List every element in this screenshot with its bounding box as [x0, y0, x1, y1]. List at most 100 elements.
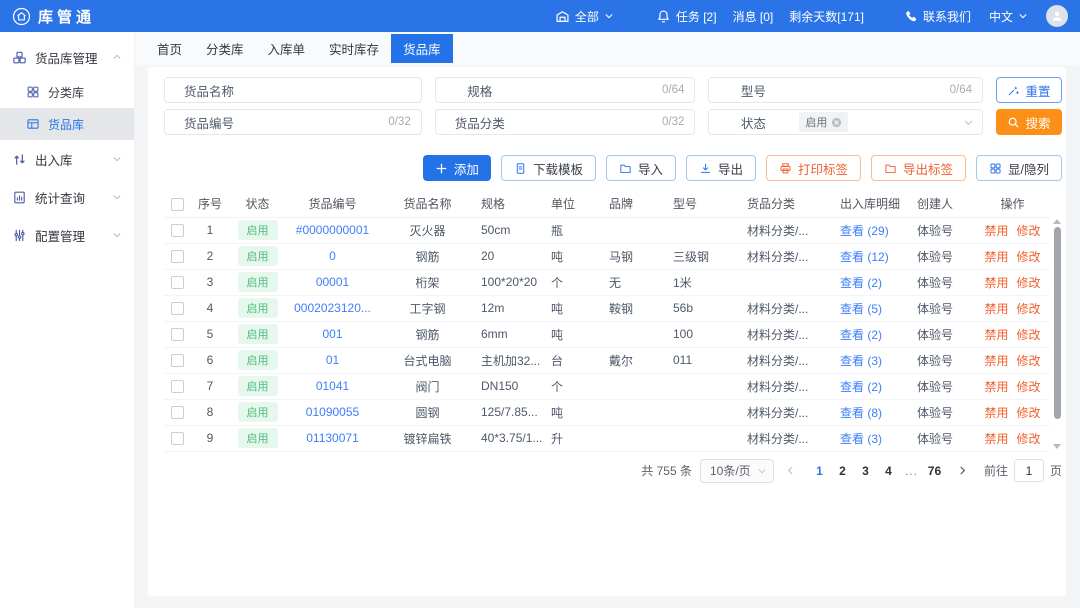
- goods-code-link[interactable]: 01041: [316, 379, 349, 393]
- goods-code-link[interactable]: 00001: [316, 275, 349, 289]
- search-button[interactable]: 搜索: [996, 109, 1062, 135]
- import-button[interactable]: 导入: [606, 155, 676, 181]
- sidebar-item-goods-library[interactable]: 货品库: [0, 108, 134, 140]
- row-checkbox[interactable]: [171, 432, 184, 445]
- edit-link[interactable]: 修改: [1017, 380, 1041, 394]
- row-checkbox[interactable]: [171, 354, 184, 367]
- goods-category-input[interactable]: 货品分类 0/32: [435, 109, 696, 135]
- table-scrollbar[interactable]: [1052, 219, 1062, 449]
- scrollbar-thumb[interactable]: [1054, 227, 1061, 419]
- edit-link[interactable]: 修改: [1017, 250, 1041, 264]
- disable-link[interactable]: 禁用: [984, 380, 1008, 394]
- spec-input[interactable]: 规格 0/64: [435, 77, 696, 103]
- page-number[interactable]: 1: [808, 464, 831, 478]
- tab-category-library[interactable]: 分类库: [194, 35, 256, 62]
- row-checkbox[interactable]: [171, 250, 184, 263]
- close-circle-icon[interactable]: [831, 117, 842, 128]
- status-select[interactable]: 状态 启用: [708, 109, 983, 135]
- disable-link[interactable]: 禁用: [984, 250, 1008, 264]
- view-detail-link[interactable]: 查看 (8): [840, 406, 882, 420]
- sidebar-item-statistics-query[interactable]: 统计查询: [0, 178, 134, 216]
- messages-link[interactable]: 消息 [0]: [733, 8, 774, 25]
- contact-us-link[interactable]: 联系我们: [904, 8, 971, 25]
- goods-name-input[interactable]: 货品名称: [164, 77, 422, 103]
- cell-category: 材料分类/...: [741, 425, 834, 451]
- edit-link[interactable]: 修改: [1017, 354, 1041, 368]
- page-number[interactable]: 3: [854, 464, 877, 478]
- page-size-select[interactable]: 10条/页: [700, 459, 774, 483]
- disable-link[interactable]: 禁用: [984, 406, 1008, 420]
- warehouse-scope-dropdown[interactable]: 全部: [555, 8, 614, 25]
- disable-link[interactable]: 禁用: [984, 354, 1008, 368]
- goto-page-input[interactable]: [1014, 459, 1044, 482]
- cell-name: 阀门: [380, 373, 475, 399]
- tab-goods-library[interactable]: 货品库: [391, 34, 453, 63]
- tab-realtime-stock[interactable]: 实时库存: [317, 35, 391, 62]
- view-detail-link[interactable]: 查看 (2): [840, 380, 882, 394]
- goods-code-link[interactable]: 0002023120...: [294, 301, 371, 315]
- disable-link[interactable]: 禁用: [984, 432, 1008, 446]
- goods-code-link[interactable]: #0000000001: [296, 223, 369, 237]
- language-dropdown[interactable]: 中文: [989, 8, 1028, 25]
- edit-link[interactable]: 修改: [1017, 302, 1041, 316]
- goods-code-link[interactable]: 001: [322, 327, 342, 341]
- table-row: 2 启用 0 钢筋 20 吨 马钢 三级钢 材料分类/... 查看 (12) 体…: [164, 243, 1050, 269]
- disable-link[interactable]: 禁用: [984, 328, 1008, 342]
- disable-link[interactable]: 禁用: [984, 276, 1008, 290]
- goods-code-link[interactable]: 01090055: [306, 405, 359, 419]
- view-detail-link[interactable]: 查看 (2): [840, 328, 882, 342]
- edit-link[interactable]: 修改: [1017, 406, 1041, 420]
- tab-inbound-order[interactable]: 入库单: [256, 35, 318, 62]
- export-label-button[interactable]: 导出标签: [871, 155, 966, 181]
- edit-link[interactable]: 修改: [1017, 224, 1041, 238]
- edit-link[interactable]: 修改: [1017, 276, 1041, 290]
- topbar: 库管通 全部 任务 [2] 消息 [0] 剩余天数[171]: [0, 0, 1080, 32]
- view-detail-link[interactable]: 查看 (5): [840, 302, 882, 316]
- view-detail-link[interactable]: 查看 (3): [840, 354, 882, 368]
- next-page-button[interactable]: [954, 465, 972, 476]
- row-checkbox[interactable]: [171, 328, 184, 341]
- disable-link[interactable]: 禁用: [984, 302, 1008, 316]
- goods-code-link[interactable]: 01: [326, 353, 339, 367]
- row-checkbox[interactable]: [171, 380, 184, 393]
- sidebar-item-in-out-warehouse[interactable]: 出入库: [0, 140, 134, 178]
- goods-code-link[interactable]: 0: [329, 249, 336, 263]
- sidebar-item-category-library[interactable]: 分类库: [0, 76, 134, 108]
- edit-link[interactable]: 修改: [1017, 328, 1041, 342]
- disable-link[interactable]: 禁用: [984, 224, 1008, 238]
- print-label-button[interactable]: 打印标签: [766, 155, 861, 181]
- row-checkbox[interactable]: [171, 224, 184, 237]
- page-number[interactable]: ...: [900, 464, 923, 478]
- model-input[interactable]: 型号 0/64: [708, 77, 983, 103]
- export-button[interactable]: 导出: [686, 155, 756, 181]
- scroll-down-arrow-icon[interactable]: [1053, 444, 1061, 449]
- select-all-checkbox[interactable]: [171, 198, 184, 211]
- tasks-link[interactable]: 任务 [2]: [656, 8, 717, 25]
- page-number[interactable]: 76: [923, 464, 946, 478]
- tab-home[interactable]: 首页: [145, 35, 194, 62]
- view-detail-link[interactable]: 查看 (2): [840, 276, 882, 290]
- reset-button[interactable]: 重置: [996, 77, 1062, 103]
- page-number[interactable]: 4: [877, 464, 900, 478]
- view-detail-link[interactable]: 查看 (3): [840, 432, 882, 446]
- edit-link[interactable]: 修改: [1017, 432, 1041, 446]
- cell-index: 1: [190, 217, 230, 243]
- prev-page-button[interactable]: [782, 465, 800, 476]
- char-counter: 0/64: [797, 84, 982, 96]
- row-checkbox[interactable]: [171, 406, 184, 419]
- sidebar-item-goods-management[interactable]: 货品库管理: [0, 38, 134, 76]
- row-checkbox[interactable]: [171, 302, 184, 315]
- user-avatar[interactable]: [1046, 5, 1068, 27]
- goods-code-input[interactable]: 货品编号 0/32: [164, 109, 422, 135]
- goods-code-link[interactable]: 01130071: [306, 431, 359, 445]
- cell-unit: 吨: [545, 295, 603, 321]
- download-template-button[interactable]: 下载模板: [501, 155, 596, 181]
- row-checkbox[interactable]: [171, 276, 184, 289]
- sidebar-item-config-management[interactable]: 配置管理: [0, 216, 134, 254]
- view-detail-link[interactable]: 查看 (12): [840, 250, 889, 264]
- scroll-up-arrow-icon[interactable]: [1053, 219, 1061, 224]
- add-button[interactable]: 添加: [423, 155, 491, 181]
- page-number[interactable]: 2: [831, 464, 854, 478]
- show-hide-columns-button[interactable]: 显/隐列: [976, 155, 1062, 181]
- view-detail-link[interactable]: 查看 (29): [840, 224, 889, 238]
